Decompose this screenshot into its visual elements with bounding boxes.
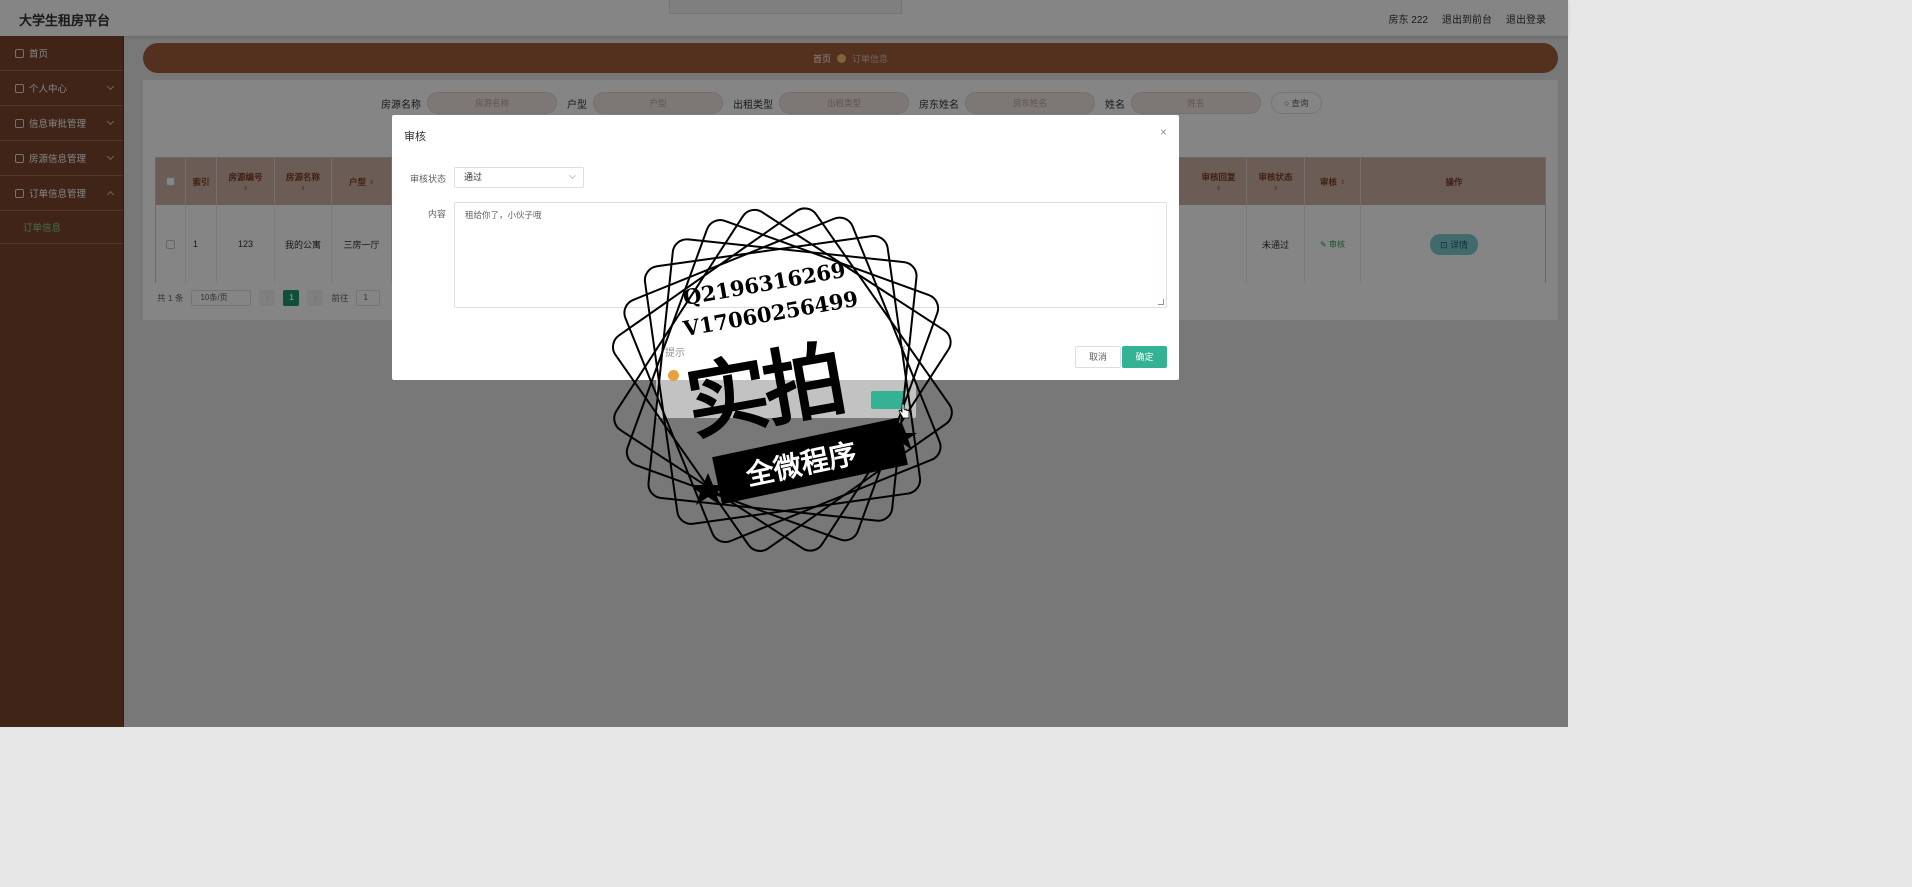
status-select[interactable]: 通过 [454, 167, 584, 188]
watermark-stamp: Q2196316269 V17060256499 实拍 全微程序 [610, 205, 955, 555]
confirm-button[interactable]: 确定 [1122, 346, 1167, 368]
content-label: 内容 [427, 209, 446, 219]
hand-cursor-icon [898, 403, 910, 419]
resize-handle-icon[interactable] [1158, 299, 1164, 305]
cancel-button[interactable]: 取消 [1075, 346, 1121, 368]
content-text: 租给你了，小伙子哦 [465, 210, 542, 220]
status-label: 审核状态 [409, 174, 446, 184]
dialog-title: 审核 [404, 131, 426, 143]
close-icon[interactable]: × [1160, 125, 1167, 139]
chevron-down-icon [568, 171, 577, 180]
status-select-value: 通过 [464, 172, 483, 182]
